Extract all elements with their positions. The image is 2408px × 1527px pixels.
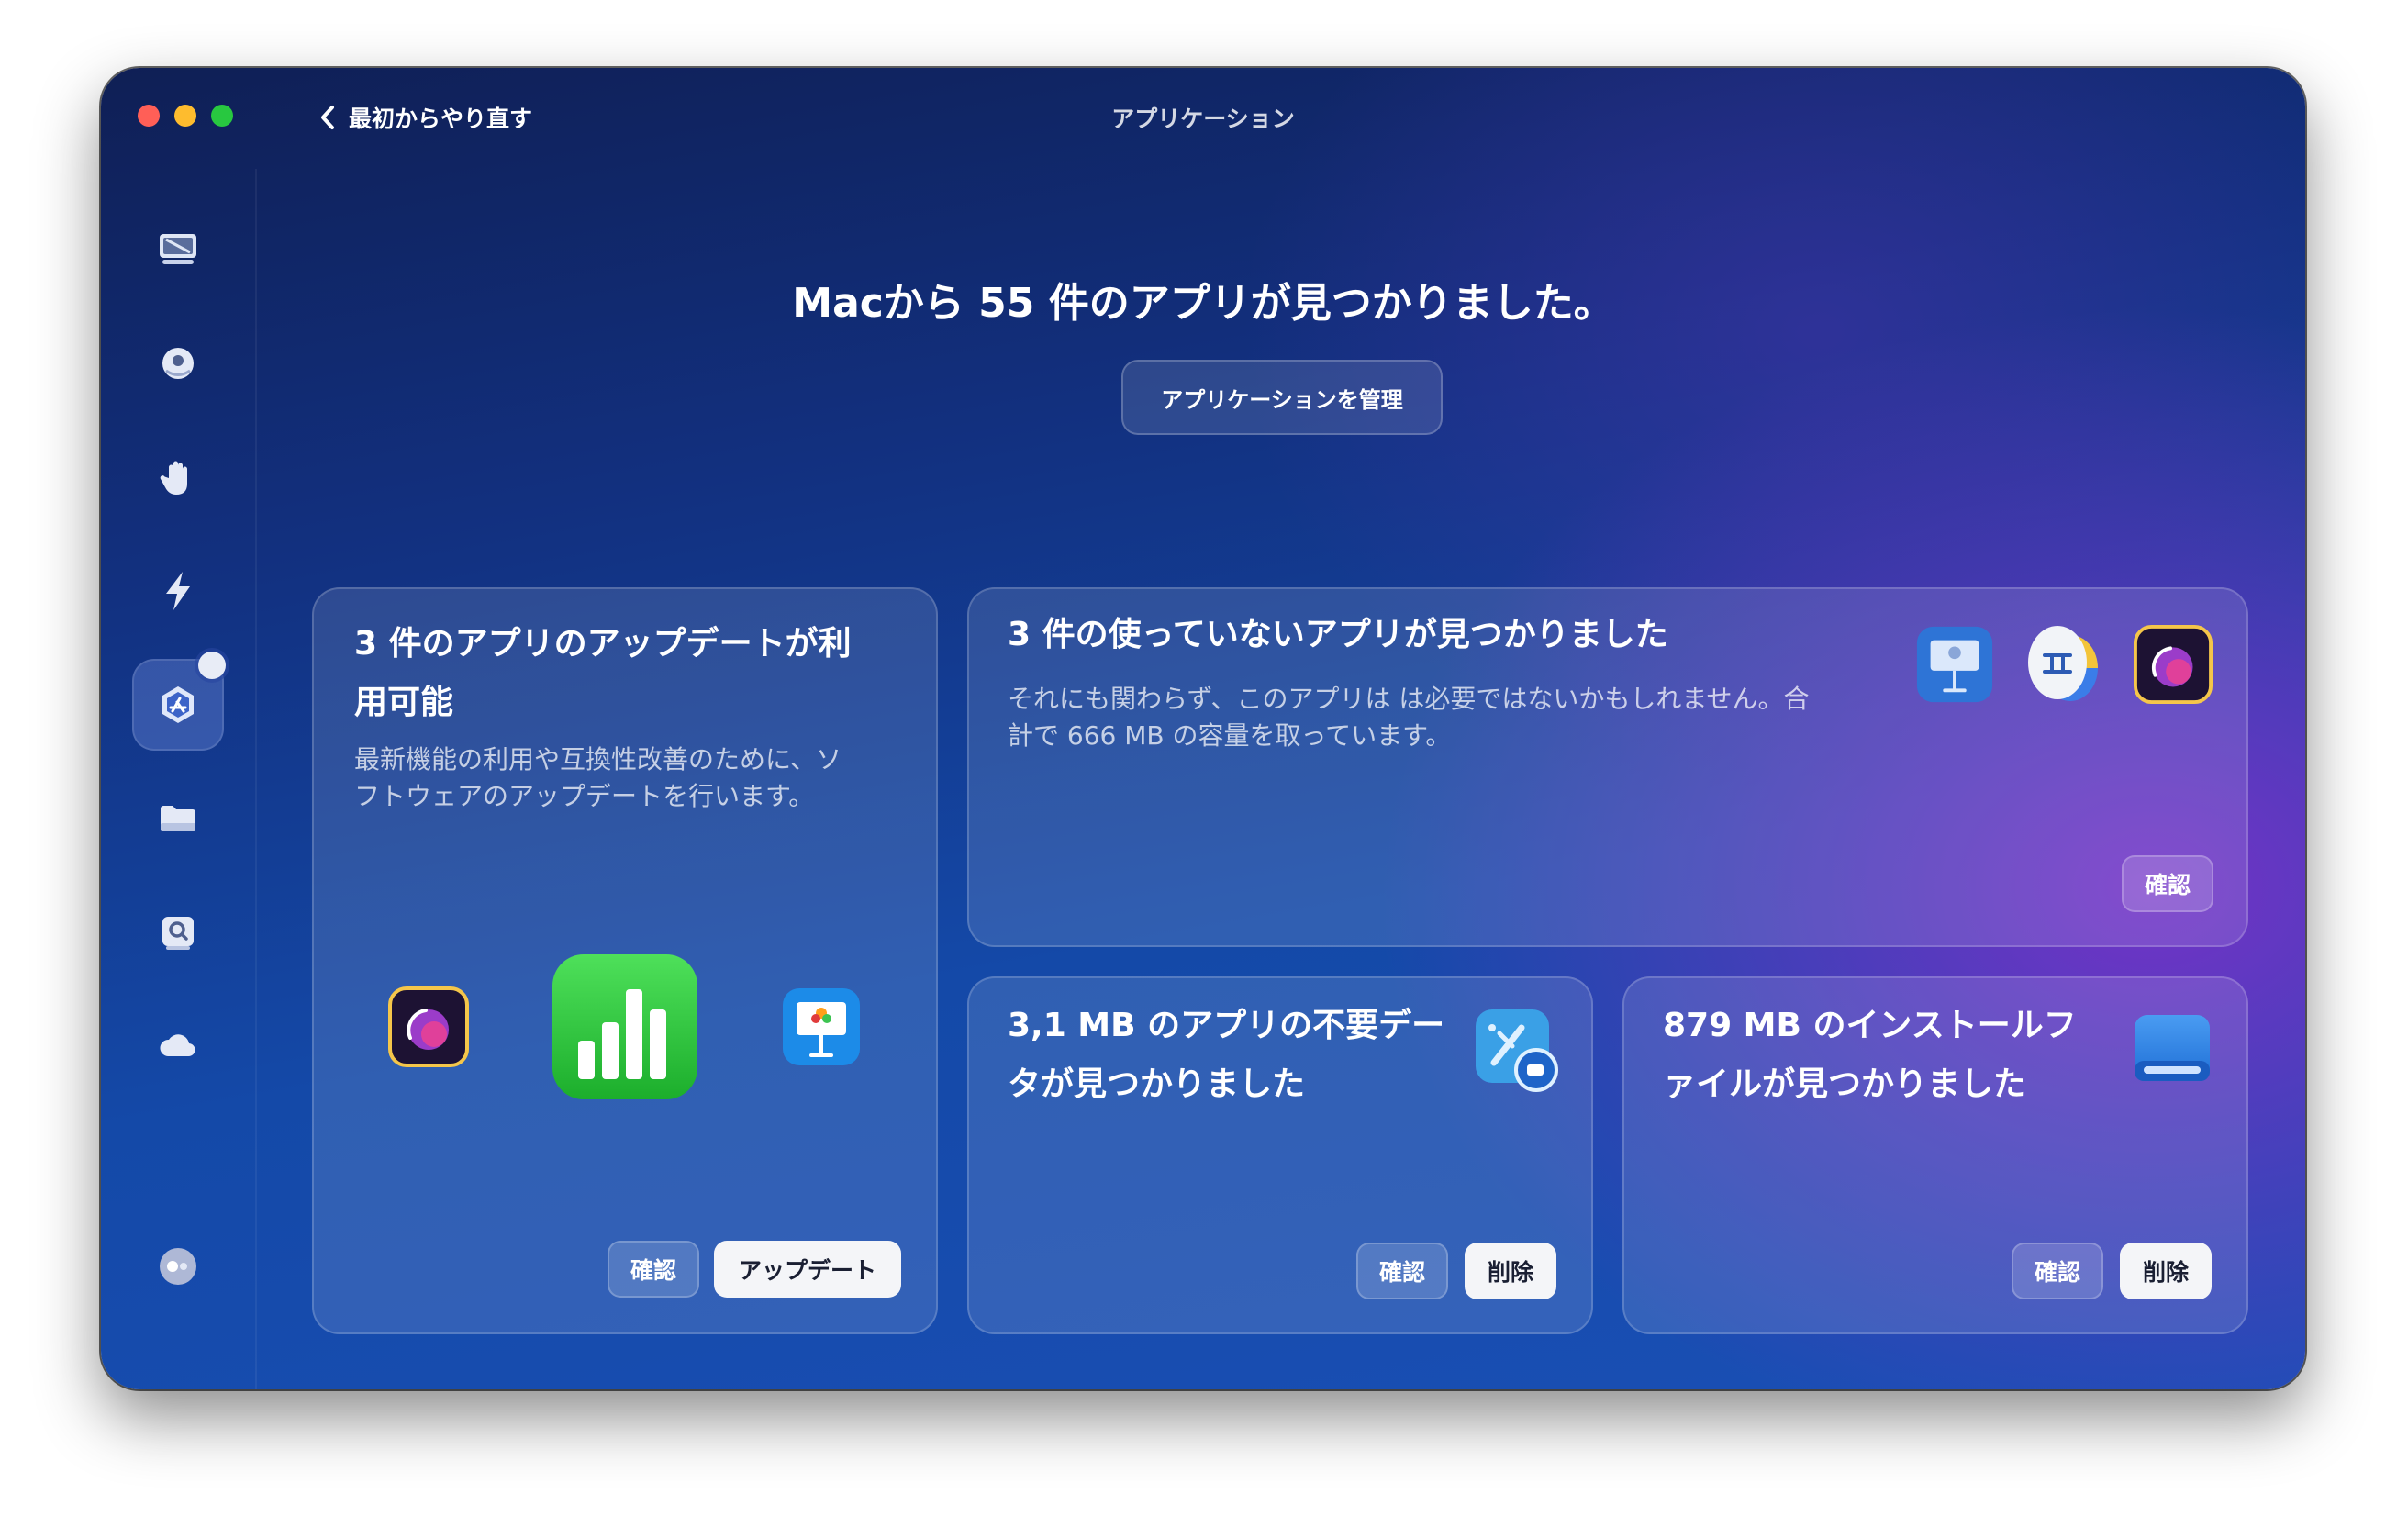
sidebar-item-protection[interactable] [132, 318, 224, 409]
sidebar-item-files[interactable] [132, 773, 224, 864]
leftovers-title-line1: 3,1 MB のアプリの不要デー [1008, 1007, 1445, 1044]
bolt-icon [166, 572, 190, 610]
numbers-icon [551, 953, 699, 1101]
installers-card: 879 MB のインストールフ ァイルが見つかりました 確認 削除 [1622, 976, 2248, 1334]
updates-title-line2: 用可能 [354, 684, 454, 721]
shield-orb-icon [162, 348, 194, 379]
page-headline: Macから 55 件のアプリが見つかりました。 [792, 280, 1614, 327]
installer-drive-icon [2131, 1009, 2213, 1092]
updates-title-line1: 3 件のアプリのアップデートが利 [354, 625, 852, 663]
xcode-leftovers-icon [1472, 1006, 1560, 1094]
unused-title: 3 件の使っていないアプリが見つかりました [1008, 616, 1668, 653]
hand-icon [160, 461, 187, 495]
leftovers-remove-button[interactable]: 削除 [1465, 1243, 1556, 1299]
installers-title-line2: ァイルが見つかりました [1663, 1065, 2027, 1103]
updates-review-button[interactable]: 確認 [608, 1241, 699, 1298]
magnifier-icon [162, 917, 194, 950]
sidebar-item-performance[interactable] [132, 545, 224, 637]
monitor-icon [160, 234, 196, 264]
manage-applications-button[interactable]: アプリケーションを管理 [1121, 360, 1443, 435]
active-indicator [198, 652, 226, 679]
unused-desc-line1: それにも関わらず、このアプリは は必要ではないかもしれません。合 [1008, 684, 1810, 714]
sidebar [101, 169, 257, 1389]
updates-card: 3 件のアプリのアップデートが利 用可能 最新機能の利用や互換性改善のために、ソ… [312, 587, 938, 1334]
folder-icon [161, 806, 195, 831]
unused-apps-card: 3 件の使っていないアプリが見つかりました それにも関わらず、このアプリは は必… [967, 587, 2248, 947]
leftovers-card: 3,1 MB のアプリの不要デー タが見つかりました 確認 削除 [967, 976, 1593, 1334]
sidebar-item-privacy[interactable] [132, 431, 224, 523]
keynote-icon [780, 986, 863, 1068]
installers-remove-button[interactable]: 削除 [2120, 1243, 2212, 1299]
sidebar-item-space-lens[interactable] [132, 886, 224, 978]
cloud-icon [160, 1034, 195, 1057]
sidebar-item-cloud[interactable] [132, 1000, 224, 1092]
assistant-button[interactable] [132, 1220, 224, 1312]
installers-review-button[interactable]: 確認 [2012, 1243, 2103, 1299]
keynote-icon [1914, 624, 1995, 705]
sidebar-item-applications[interactable] [132, 652, 226, 751]
window-title: アプリケーション [1111, 106, 1295, 132]
nova-icon [387, 986, 470, 1068]
app-window: 最初からやり直す アプリケーション Macから 55 件のアプリが見つかりました… [101, 68, 2305, 1389]
updates-desc-line1: 最新機能の利用や互換性改善のために、ソ [354, 744, 842, 775]
nova-icon [2133, 624, 2213, 705]
gemini-icon [2021, 619, 2109, 707]
leftovers-title-line2: タが見つかりました [1008, 1065, 1306, 1103]
unused-review-button[interactable]: 確認 [2122, 855, 2213, 912]
app-store-icon [162, 686, 194, 723]
unused-desc-line2: 計で 666 MB の容量を取っています。 [1008, 720, 1452, 751]
leftovers-review-button[interactable]: 確認 [1356, 1243, 1448, 1299]
assistant-icon [160, 1248, 196, 1285]
installers-title-line1: 879 MB のインストールフ [1663, 1007, 2077, 1044]
update-button[interactable]: アップデート [714, 1241, 901, 1298]
updates-desc-line2: フトウェアのアップデートを行います。 [354, 781, 815, 811]
